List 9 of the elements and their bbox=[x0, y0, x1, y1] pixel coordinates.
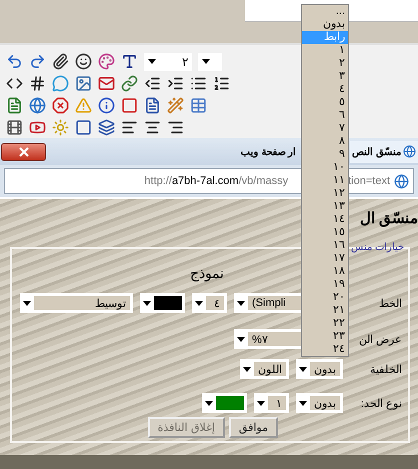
url-text: tion=text bbox=[348, 175, 390, 187]
field-label: نوع الحد: bbox=[360, 396, 402, 410]
preview-text: نموذج bbox=[190, 265, 224, 281]
url-text: http://a7bh-7al.com/vb/massy bbox=[144, 175, 288, 187]
field-label: عرض الن bbox=[358, 332, 402, 346]
field-label: الخلفية bbox=[369, 362, 402, 376]
field-label: الخط bbox=[378, 296, 402, 310]
panel-legend: خيارات منس bbox=[351, 241, 404, 253]
page-heading: منسّق ال bbox=[360, 209, 418, 227]
